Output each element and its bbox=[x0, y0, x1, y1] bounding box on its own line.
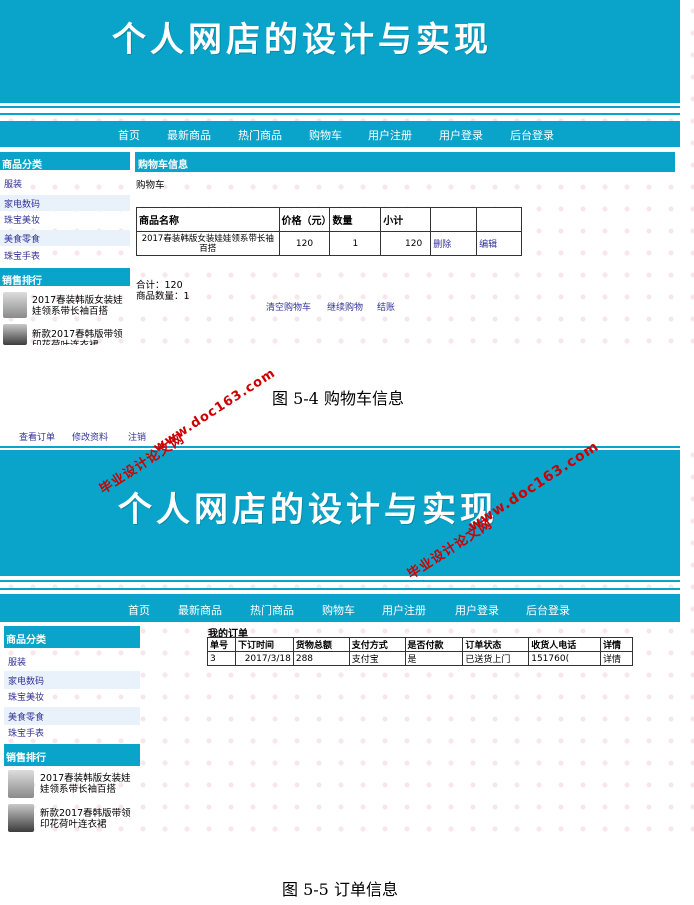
clear-cart-button[interactable]: 清空购物车 bbox=[266, 300, 311, 313]
nav-hot[interactable]: 热门商品 bbox=[238, 127, 282, 143]
product-thumbnail[interactable] bbox=[3, 292, 27, 318]
category-item[interactable]: 珠宝美妆 bbox=[4, 690, 140, 707]
nav-admin[interactable]: 后台登录 bbox=[526, 602, 570, 618]
nav-cart[interactable]: 购物车 bbox=[322, 602, 355, 618]
order-pay-method: 支付宝 bbox=[348, 651, 406, 666]
divider bbox=[0, 106, 680, 108]
col-order-total: 货物总额 bbox=[292, 637, 350, 652]
rank-product[interactable]: 新款2017春韩版带领印花荷叶连衣裙 bbox=[32, 329, 128, 345]
order-detail-link[interactable]: 详情 bbox=[600, 651, 633, 666]
cart-table: 商品名称 价格（元） 数量 小计 2017春装韩版女装娃娃领系带长袖百搭 120… bbox=[136, 207, 522, 256]
category-item[interactable]: 家电数码 bbox=[4, 671, 140, 689]
product-thumbnail[interactable] bbox=[8, 804, 34, 832]
divider bbox=[0, 588, 680, 590]
table-row: 2017春装韩版女装娃娃领系带长袖百搭 120 1 120 删除 编辑 bbox=[136, 231, 522, 256]
order-status: 已送货上门 bbox=[462, 651, 530, 666]
nav-new[interactable]: 最新商品 bbox=[178, 602, 222, 618]
col-price: 价格（元） bbox=[278, 207, 332, 232]
figure-caption: 图 5-4 购物车信息 bbox=[272, 389, 404, 408]
col-detail: 详情 bbox=[600, 637, 633, 652]
rank-product[interactable]: 新款2017春韩版带领印花荷叶连衣裙 bbox=[40, 808, 136, 830]
category-item[interactable]: 服装 bbox=[4, 655, 140, 672]
continue-shopping-button[interactable]: 继续购物 bbox=[327, 300, 363, 313]
nav-cart[interactable]: 购物车 bbox=[309, 127, 342, 143]
cart-screenshot: 个人网店的设计与实现 首页 最新商品 热门商品 购物车 用户注册 用户登录 后台… bbox=[0, 0, 694, 345]
rank-head: 销售排行 bbox=[0, 268, 130, 287]
col-subtotal: 小计 bbox=[380, 207, 432, 232]
cart-item-name: 2017春装韩版女装娃娃领系带长袖百搭 bbox=[136, 231, 280, 256]
table-row: 3 2017/3/18 288 支付宝 是 已送货上门 151760( 详情 bbox=[207, 651, 633, 666]
category-item[interactable]: 美食零食 bbox=[0, 230, 130, 246]
table-header-row: 单号 下订时间 货物总额 支付方式 是否付款 订单状态 收货人电话 详情 bbox=[207, 637, 633, 652]
view-orders-link[interactable]: 查看订单 bbox=[19, 430, 55, 443]
site-title: 个人网店的设计与实现 bbox=[112, 20, 492, 60]
category-item[interactable]: 美食零食 bbox=[4, 707, 140, 725]
checkout-button[interactable]: 结账 bbox=[377, 300, 395, 313]
nav-register[interactable]: 用户注册 bbox=[382, 602, 426, 618]
col-order-no: 单号 bbox=[207, 637, 236, 652]
product-thumbnail[interactable] bbox=[8, 770, 34, 798]
main-nav: 首页 最新商品 热门商品 购物车 用户注册 用户登录 后台登录 bbox=[0, 121, 680, 147]
table-header-row: 商品名称 价格（元） 数量 小计 bbox=[136, 207, 522, 232]
col-blank bbox=[476, 207, 522, 232]
category-item[interactable]: 服装 bbox=[0, 177, 130, 193]
cart-item-price: 120 bbox=[278, 231, 331, 256]
order-phone: 151760( bbox=[528, 651, 601, 666]
site-banner: 个人网店的设计与实现 bbox=[0, 450, 680, 576]
orders-table: 单号 下订时间 货物总额 支付方式 是否付款 订单状态 收货人电话 详情 3 2… bbox=[207, 637, 633, 666]
col-status: 订单状态 bbox=[462, 637, 530, 652]
site-banner: 个人网店的设计与实现 bbox=[0, 0, 680, 103]
order-total: 288 bbox=[292, 651, 350, 666]
rank-head: 销售排行 bbox=[4, 744, 140, 766]
cart-item-qty: 1 bbox=[329, 231, 382, 256]
product-thumbnail[interactable] bbox=[3, 324, 27, 345]
rank-product[interactable]: 2017春装韩版女装娃娃领系带长袖百搭 bbox=[40, 773, 136, 795]
cart-item-subtotal: 120 bbox=[380, 231, 432, 256]
col-phone: 收货人电话 bbox=[528, 637, 601, 652]
edit-link[interactable]: 编辑 bbox=[476, 231, 522, 256]
col-blank bbox=[430, 207, 478, 232]
rank-product[interactable]: 2017春装韩版女装娃娃领系带长袖百搭 bbox=[32, 295, 128, 317]
divider bbox=[0, 113, 680, 115]
figure-caption: 图 5-5 订单信息 bbox=[282, 880, 398, 899]
col-paid: 是否付款 bbox=[404, 637, 464, 652]
category-head: 商品分类 bbox=[4, 626, 140, 648]
nav-login[interactable]: 用户登录 bbox=[455, 602, 499, 618]
nav-login[interactable]: 用户登录 bbox=[439, 127, 483, 143]
col-qty: 数量 bbox=[329, 207, 382, 232]
divider bbox=[0, 580, 680, 582]
nav-home[interactable]: 首页 bbox=[128, 602, 150, 618]
category-item[interactable]: 珠宝手表 bbox=[0, 249, 130, 265]
col-name: 商品名称 bbox=[136, 207, 280, 232]
category-item[interactable]: 珠宝手表 bbox=[4, 726, 140, 743]
nav-hot[interactable]: 热门商品 bbox=[250, 602, 294, 618]
edit-profile-link[interactable]: 修改资料 bbox=[72, 430, 108, 443]
main-nav: 首页 最新商品 热门商品 购物车 用户注册 用户登录 后台登录 bbox=[0, 594, 680, 622]
category-head: 商品分类 bbox=[0, 152, 130, 171]
nav-admin[interactable]: 后台登录 bbox=[510, 127, 554, 143]
category-item[interactable]: 家电数码 bbox=[0, 195, 130, 211]
delete-link[interactable]: 删除 bbox=[430, 231, 478, 256]
col-pay-method: 支付方式 bbox=[348, 637, 406, 652]
cart-head: 购物车信息 bbox=[135, 152, 675, 172]
order-paid: 是 bbox=[404, 651, 464, 666]
nav-home[interactable]: 首页 bbox=[118, 127, 140, 143]
nav-register[interactable]: 用户注册 bbox=[368, 127, 412, 143]
orders-screenshot: 个人网店的设计与实现 首页 最新商品 热门商品 购物车 用户注册 用户登录 后台… bbox=[0, 444, 694, 840]
cart-subtitle: 购物车 bbox=[136, 180, 165, 191]
order-no: 3 bbox=[207, 651, 236, 666]
col-order-time: 下订时间 bbox=[234, 637, 294, 652]
logout-link[interactable]: 注销 bbox=[128, 430, 146, 443]
cart-count: 商品数量：1 bbox=[136, 291, 190, 302]
nav-new[interactable]: 最新商品 bbox=[167, 127, 211, 143]
site-title: 个人网店的设计与实现 bbox=[118, 490, 498, 530]
category-item[interactable]: 珠宝美妆 bbox=[0, 213, 130, 229]
order-time: 2017/3/18 bbox=[234, 651, 294, 666]
